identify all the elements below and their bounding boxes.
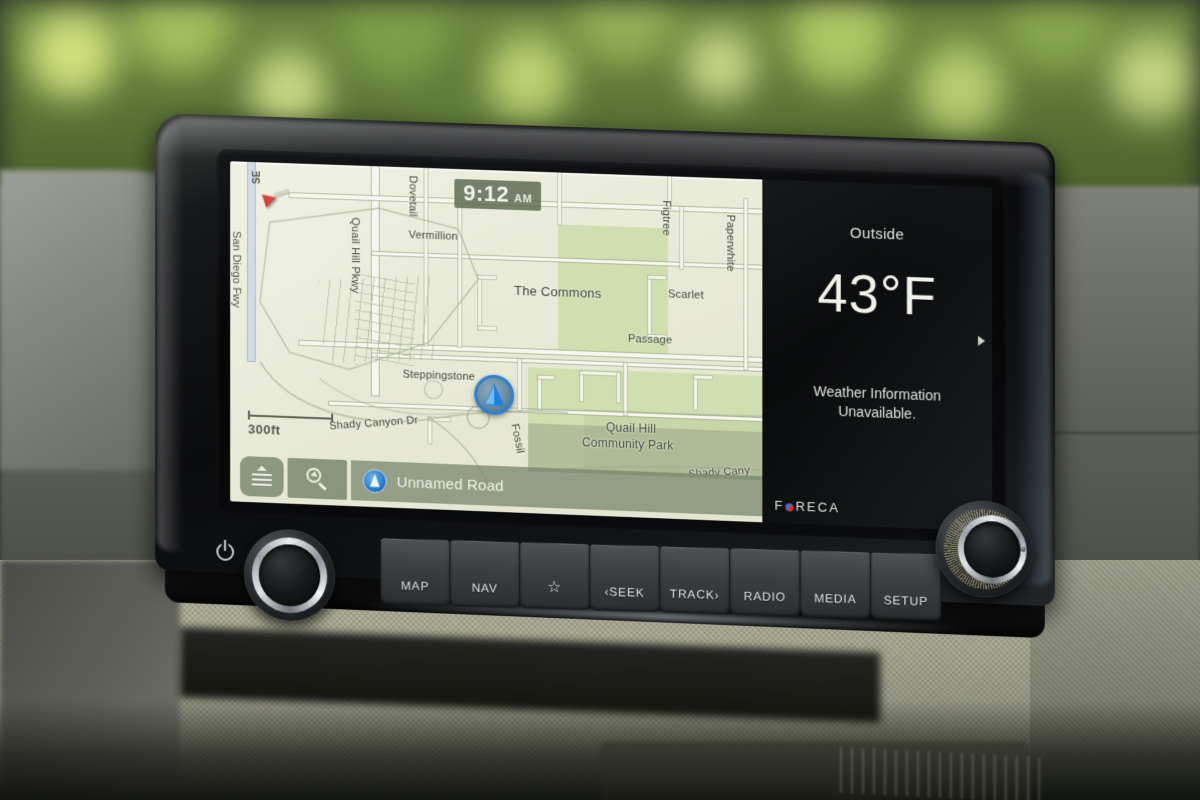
media-button-label: MEDIA (814, 590, 857, 607)
map-menu-button[interactable] (240, 455, 284, 498)
weather-panel[interactable]: Outside 43°F Weather Information Unavail… (762, 179, 993, 532)
map-label-san-diego-fwy: San Diego Fwy (230, 230, 243, 309)
foreca-logo-prefix: F (774, 497, 785, 514)
outside-temperature: 43°F (817, 262, 937, 328)
clock-period: AM (514, 192, 533, 206)
nav-button-label: NAV (471, 580, 498, 596)
scale-bar-line (247, 414, 334, 420)
compass-direction-label: SE (251, 170, 263, 185)
bezel-left-gloss (157, 122, 183, 552)
current-road-label: Unnamed Road (396, 473, 504, 495)
bezel-screw-dot (1020, 546, 1026, 552)
map-label-paperwhite: Paperwhite (724, 214, 737, 272)
weather-title: Outside (849, 224, 905, 244)
map-label-scarlet: Scarlet (668, 288, 704, 302)
map-label-figtree: Figtree (660, 200, 673, 237)
infotainment-scene: San Diego Fwy Quail Hill Pkwy Vermillion… (0, 0, 1200, 800)
map-label-quail-hill-park-1: Quail Hill (605, 420, 657, 437)
foreca-logo: F RECA (774, 498, 839, 516)
head-unit: San Diego Fwy Quail Hill Pkwy Vermillion… (155, 112, 1055, 667)
vehicle-heading-arrow-highlight (485, 385, 495, 405)
favorites-button[interactable]: ☆ (520, 542, 591, 611)
star-icon: ☆ (546, 578, 563, 597)
map-label-dovetail: Dovetail (406, 175, 419, 217)
scale-bar-ticks (247, 411, 334, 423)
weather-unavailable-message: Weather Information Unavailable. (762, 380, 992, 427)
map-label-vermillion: Vermillion (408, 229, 459, 243)
nav-button[interactable]: NAV (450, 540, 521, 609)
map-search-button[interactable] (287, 457, 348, 500)
setup-button[interactable]: SETUP (871, 552, 942, 621)
setup-button-label: SETUP (883, 593, 929, 609)
menu-icon (251, 465, 273, 488)
navigation-arrow-icon (362, 468, 387, 494)
seek-button[interactable]: ‹SEEK (590, 544, 661, 613)
vehicle-position-marker (474, 374, 515, 416)
track-button[interactable]: TRACK› (660, 546, 731, 615)
map-label-quail-hill-pkwy: Quail Hill Pkwy (349, 217, 361, 294)
current-road-bar[interactable]: Unnamed Road (351, 460, 763, 517)
clock-widget: 9:12 AM (454, 178, 542, 211)
map-label-passage: Passage (628, 332, 673, 347)
touchscreen-display[interactable]: San Diego Fwy Quail Hill Pkwy Vermillion… (230, 161, 993, 532)
track-button-label: TRACK› (669, 586, 720, 603)
map-label-the-commons: The Commons (514, 282, 602, 301)
radio-button[interactable]: RADIO (730, 548, 801, 617)
map-button-label: MAP (400, 578, 430, 594)
map-button[interactable]: MAP (380, 538, 451, 606)
seek-button-label: ‹SEEK (604, 584, 645, 600)
vent-slats (840, 746, 1040, 800)
media-button[interactable]: MEDIA (800, 550, 872, 619)
search-icon (305, 466, 329, 491)
map-pane[interactable]: San Diego Fwy Quail Hill Pkwy Vermillion… (230, 161, 763, 523)
foreca-logo-suffix: RECA (795, 498, 840, 516)
chevron-right-icon[interactable] (978, 335, 986, 347)
radio-button-label: RADIO (743, 588, 786, 605)
clock-time: 9:12 (463, 180, 510, 207)
power-icon (216, 542, 235, 562)
map-scale-bar: 300ft (247, 411, 334, 440)
